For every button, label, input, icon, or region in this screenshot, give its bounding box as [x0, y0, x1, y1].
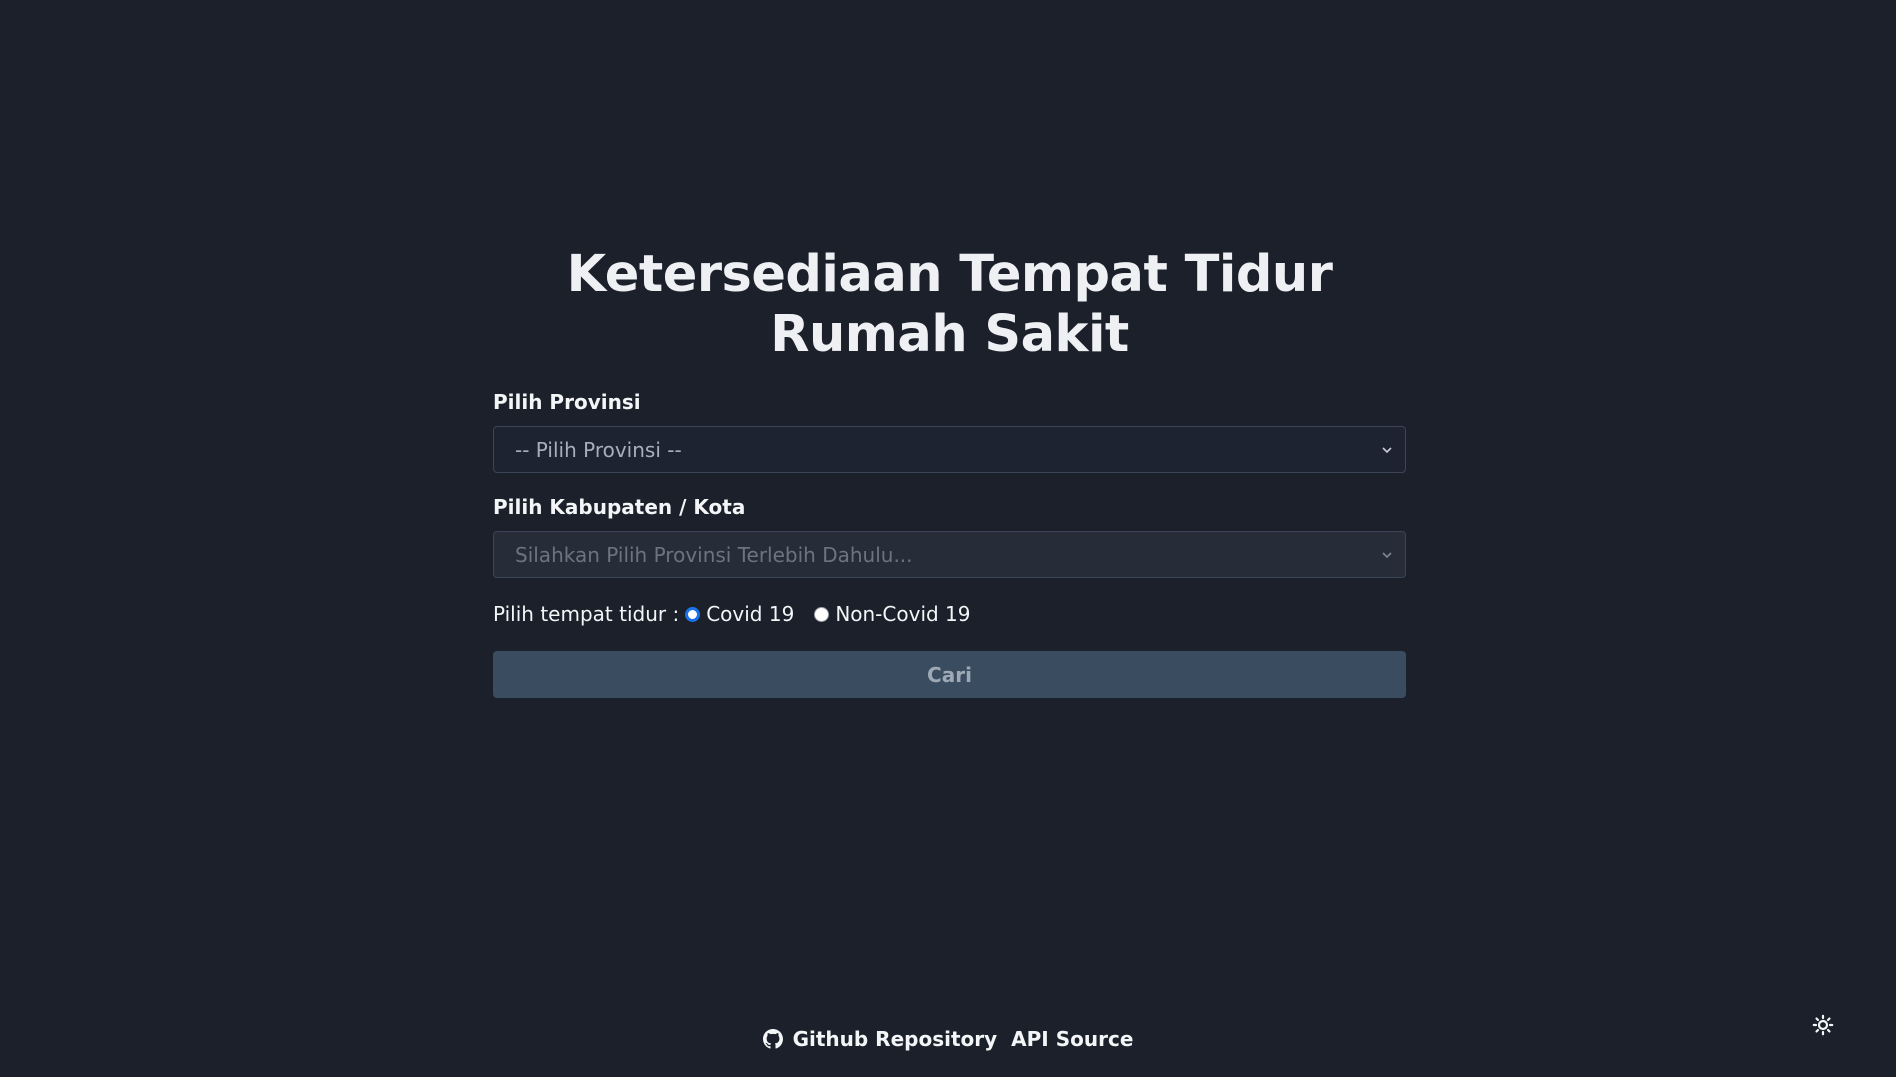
radio-covid-19-label[interactable]: Covid 19	[706, 602, 794, 626]
github-repository-label: Github Repository	[792, 1027, 998, 1051]
radio-non-covid-19[interactable]	[814, 606, 830, 622]
chevron-down-icon	[1382, 551, 1392, 558]
radio-covid-19[interactable]	[685, 606, 701, 622]
github-repository-link[interactable]: Github Repository	[762, 1027, 998, 1051]
page: Ketersediaan Tempat Tidur Rumah Sakit Pi…	[0, 0, 1896, 1077]
province-select[interactable]: -- Pilih Provinsi --	[493, 426, 1406, 473]
footer: Github Repository API Source	[0, 1027, 1896, 1051]
radio-non-covid-19-label[interactable]: Non-Covid 19	[835, 602, 970, 626]
api-source-link[interactable]: API Source	[1011, 1027, 1133, 1051]
city-select-value: Silahkan Pilih Provinsi Terlebih Dahulu.…	[515, 542, 913, 567]
city-select[interactable]: Silahkan Pilih Provinsi Terlebih Dahulu.…	[493, 531, 1406, 578]
sun-icon[interactable]	[1812, 1014, 1834, 1036]
github-icon	[762, 1029, 783, 1049]
chevron-down-icon	[1382, 446, 1392, 453]
page-title: Ketersediaan Tempat Tidur Rumah Sakit	[566, 245, 1333, 364]
search-button[interactable]: Cari	[493, 651, 1406, 698]
province-label: Pilih Provinsi	[493, 390, 641, 414]
main-container: Ketersediaan Tempat Tidur Rumah Sakit Pi…	[493, 245, 1406, 698]
bed-type-label: Pilih tempat tidur :	[493, 602, 680, 626]
city-label: Pilih Kabupaten / Kota	[493, 495, 746, 519]
province-select-value: -- Pilih Provinsi --	[515, 437, 682, 462]
bed-type-group: Pilih tempat tidur : Covid 19 Non-Covid …	[493, 602, 1406, 626]
